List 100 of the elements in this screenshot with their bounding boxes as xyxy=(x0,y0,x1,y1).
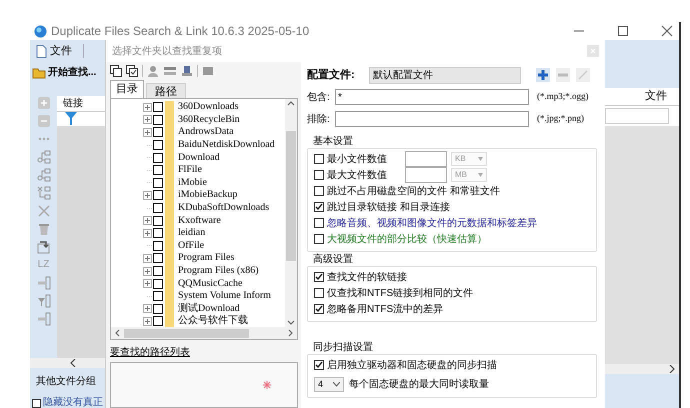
expand-icon[interactable] xyxy=(143,316,152,326)
folder-name[interactable]: 360Downloads xyxy=(178,101,239,114)
checkbox[interactable] xyxy=(153,266,163,276)
scrollbar[interactable] xyxy=(111,327,297,339)
checkbox[interactable] xyxy=(32,399,41,408)
checkbox[interactable] xyxy=(153,190,163,200)
close-icon[interactable] xyxy=(661,25,673,37)
scrollbar[interactable] xyxy=(30,358,105,368)
folder-name[interactable]: 360RecycleBin xyxy=(178,114,240,126)
folder-name[interactable]: BaiduNetdiskDownload xyxy=(178,139,275,152)
folder-name[interactable]: iMobie xyxy=(178,176,207,189)
checkbox[interactable] xyxy=(314,154,324,164)
folder-name[interactable]: 测试Download xyxy=(178,302,240,315)
drive-icon[interactable] xyxy=(181,65,193,77)
file-tab[interactable]: 文件 xyxy=(50,42,72,60)
folder-name[interactable]: iMobieBackup xyxy=(178,189,238,202)
tab[interactable]: 目录 xyxy=(110,80,144,98)
scroll-thumb[interactable] xyxy=(286,131,296,261)
start-search-button[interactable]: 开始查找... xyxy=(30,62,105,82)
folder-name[interactable]: AndrowsData xyxy=(178,126,234,138)
checkbox[interactable] xyxy=(153,216,163,226)
checkbox-label[interactable]: 跳过不占用磁盘空间的文件 和常驻文件 xyxy=(327,184,500,198)
checkbox[interactable] xyxy=(153,240,163,251)
scroll-up-icon[interactable] xyxy=(287,99,295,107)
folder-name[interactable]: Program Files (x86) xyxy=(178,265,259,278)
chevron-icon[interactable] xyxy=(333,382,340,387)
checkbox[interactable] xyxy=(153,278,163,289)
expand-icon[interactable] xyxy=(143,279,152,288)
size-field[interactable] xyxy=(405,151,447,167)
checkbox[interactable] xyxy=(153,152,163,163)
expand-icon[interactable] xyxy=(143,254,152,263)
checkbox[interactable] xyxy=(314,304,324,314)
checkbox[interactable] xyxy=(153,228,163,238)
scrollbar[interactable] xyxy=(285,99,297,327)
plus-icon[interactable] xyxy=(535,67,551,83)
checkbox[interactable] xyxy=(314,272,324,282)
checkbox[interactable] xyxy=(153,291,163,302)
checkbox[interactable] xyxy=(153,203,163,214)
maximize-icon[interactable] xyxy=(617,25,629,37)
folder-name[interactable]: QQMusicCache xyxy=(178,278,242,290)
checkbox-label[interactable]: 忽略音频、视频和图像文件的元数据和标签差异 xyxy=(327,216,537,230)
checkbox-label[interactable]: 最大文件数值 xyxy=(327,168,405,182)
expand-icon[interactable] xyxy=(143,228,152,238)
scroll-down-icon[interactable] xyxy=(287,319,295,327)
column-header[interactable]: 文件 xyxy=(605,88,679,106)
checkbox[interactable] xyxy=(153,304,163,314)
filter-icon[interactable] xyxy=(65,112,77,125)
scrollbar[interactable] xyxy=(605,364,679,374)
checkbox[interactable] xyxy=(314,170,324,180)
check-all-icon[interactable] xyxy=(126,65,138,77)
scroll-right-icon[interactable] xyxy=(287,329,295,337)
checkbox[interactable] xyxy=(153,316,163,326)
checkbox[interactable] xyxy=(153,114,163,125)
checkbox[interactable] xyxy=(314,186,324,196)
checkbox-label[interactable]: 大视频文件的部分比较（快速估算） xyxy=(327,232,487,246)
column-header[interactable]: 链接 xyxy=(57,96,105,112)
checkbox[interactable] xyxy=(314,234,324,244)
scroll-right-icon[interactable] xyxy=(669,365,675,373)
user-icon[interactable] xyxy=(147,65,159,77)
arrow-icon[interactable] xyxy=(36,240,50,254)
checkbox[interactable] xyxy=(153,165,163,176)
expand-icon[interactable] xyxy=(143,216,152,226)
include-field[interactable]: * xyxy=(335,89,529,105)
folder-name[interactable]: 公众号软件下载 xyxy=(178,315,248,327)
checkbox[interactable] xyxy=(314,202,324,212)
checkbox-label[interactable]: 启用独立驱动器和固态硬盘的同步扫描 xyxy=(327,358,497,372)
expand-icon[interactable] xyxy=(143,266,152,276)
checkbox[interactable] xyxy=(314,218,324,228)
count-dropdown[interactable]: 4 xyxy=(314,377,344,392)
checkbox-label[interactable]: 最小文件数值 xyxy=(327,152,405,166)
expand-icon[interactable] xyxy=(143,304,152,314)
expand-icon[interactable] xyxy=(143,128,152,137)
expand-icon[interactable] xyxy=(143,115,152,124)
checkbox[interactable] xyxy=(153,127,163,138)
scroll-left-icon[interactable] xyxy=(113,329,121,337)
folder-name[interactable]: Kxoftware xyxy=(178,214,221,227)
copy-icon[interactable] xyxy=(110,65,122,77)
checkbox[interactable] xyxy=(314,288,324,298)
checkbox-label[interactable]: 仅查找和NTFS链接到相同的文件 xyxy=(327,286,474,300)
folder-name[interactable]: OfFile xyxy=(178,240,204,252)
tab[interactable]: 路径 xyxy=(146,83,186,98)
checkbox-label[interactable]: 查找文件的软链接 xyxy=(327,270,407,284)
checkbox[interactable] xyxy=(314,360,324,370)
checkbox[interactable] xyxy=(153,178,163,188)
folder-name[interactable]: leidian xyxy=(178,227,206,240)
profile-dropdown[interactable]: 默认配置文件 xyxy=(369,66,521,84)
checkbox[interactable] xyxy=(153,102,163,112)
checkbox[interactable] xyxy=(153,140,163,150)
scroll-left-icon[interactable] xyxy=(70,359,76,367)
size-field[interactable] xyxy=(405,167,447,183)
network-icon[interactable] xyxy=(163,65,177,77)
expand-icon[interactable] xyxy=(143,102,152,112)
expand-icon[interactable] xyxy=(143,190,152,200)
filter-field[interactable] xyxy=(605,108,669,124)
checkbox-label[interactable]: 忽略备用NTFS流中的差异 xyxy=(327,302,444,316)
folder-name[interactable]: Program Files xyxy=(178,252,234,264)
checkbox-label[interactable]: 隐藏没有真正 xyxy=(43,398,103,408)
folder-name[interactable]: FlFile xyxy=(178,164,202,176)
folder-name[interactable]: Download xyxy=(178,152,220,164)
exclude-field[interactable] xyxy=(335,111,529,127)
